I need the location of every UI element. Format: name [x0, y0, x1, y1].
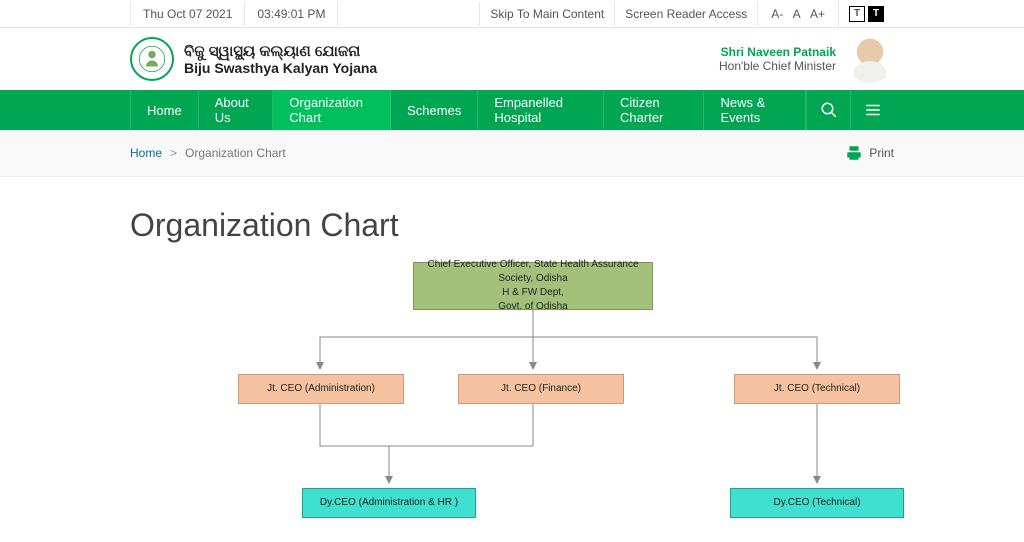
logo-emblem-icon — [130, 37, 174, 81]
chart-node-jtceo-finance: Jt. CEO (Finance) — [458, 374, 624, 404]
chart-node-jtceo-technical: Jt. CEO (Technical) — [734, 374, 900, 404]
main-navigation: Home About Us Organization Chart Schemes… — [0, 90, 1024, 130]
top-utility-bar: Thu Oct 07 2021 03:49:01 PM Skip To Main… — [0, 0, 1024, 28]
chart-node-ceo: Chief Executive Officer, State Health As… — [413, 262, 653, 310]
print-button[interactable]: Print — [845, 144, 894, 162]
hamburger-icon — [864, 101, 882, 119]
cm-photo — [846, 35, 894, 83]
cm-name: Shri Naveen Patnaik — [719, 45, 836, 59]
nav-home[interactable]: Home — [130, 90, 199, 130]
site-title-english: Biju Swasthya Kalyan Yojana — [184, 60, 377, 76]
nav-news-events[interactable]: News & Events — [704, 90, 806, 130]
theme-switcher: T T — [838, 1, 894, 27]
breadcrumb-home-link[interactable]: Home — [130, 146, 162, 160]
print-label: Print — [869, 146, 894, 160]
chart-node-jtceo-admin: Jt. CEO (Administration) — [238, 374, 404, 404]
search-button[interactable] — [806, 90, 850, 130]
font-size-controls: A- A A+ — [757, 2, 838, 26]
breadcrumb-bar: Home > Organization Chart Print — [0, 130, 1024, 177]
nav-organization-chart[interactable]: Organization Chart — [273, 90, 391, 130]
skip-to-content-link[interactable]: Skip To Main Content — [479, 2, 614, 26]
site-logo[interactable]: ବିଜୁ ସ୍ୱାସ୍ଥ୍ୟ କଲ୍ୟାଣ ଯୋଜନା Biju Swasthy… — [130, 37, 377, 81]
search-icon — [820, 101, 838, 119]
chief-minister-block: Shri Naveen Patnaik Hon'ble Chief Minist… — [719, 35, 894, 83]
date-display: Thu Oct 07 2021 — [130, 2, 245, 26]
breadcrumb-current: Organization Chart — [185, 146, 286, 160]
theme-dark-button[interactable]: T — [868, 6, 884, 22]
chart-node-dyceo-admin-hr: Dy.CEO (Administration & HR ) — [302, 488, 476, 518]
font-increase-button[interactable]: A+ — [810, 7, 825, 21]
screen-reader-link[interactable]: Screen Reader Access — [614, 2, 757, 26]
page-title: Organization Chart — [130, 207, 894, 244]
page-content: Organization Chart Chief Executive Offic… — [0, 177, 1024, 542]
breadcrumb-separator: > — [170, 146, 177, 160]
nav-schemes[interactable]: Schemes — [391, 90, 478, 130]
chart-node-dyceo-technical: Dy.CEO (Technical) — [730, 488, 904, 518]
site-title-odia: ବିଜୁ ସ୍ୱାସ୍ଥ୍ୟ କଲ୍ୟାଣ ଯୋଜନା — [184, 43, 377, 60]
site-header: ବିଜୁ ସ୍ୱାସ୍ଥ୍ୟ କଲ୍ୟାଣ ଯୋଜନା Biju Swasthy… — [0, 28, 1024, 90]
theme-light-button[interactable]: T — [849, 6, 865, 22]
cm-designation: Hon'ble Chief Minister — [719, 59, 836, 73]
font-normal-button[interactable]: A — [793, 7, 801, 21]
font-decrease-button[interactable]: A- — [771, 7, 783, 21]
time-display: 03:49:01 PM — [245, 2, 338, 26]
nav-about-us[interactable]: About Us — [199, 90, 274, 130]
organization-chart: Chief Executive Officer, State Health As… — [130, 262, 894, 542]
nav-citizen-charter[interactable]: Citizen Charter — [604, 90, 704, 130]
menu-button[interactable] — [850, 90, 894, 130]
nav-empanelled-hospital[interactable]: Empanelled Hospital — [478, 90, 604, 130]
print-icon — [845, 144, 863, 162]
